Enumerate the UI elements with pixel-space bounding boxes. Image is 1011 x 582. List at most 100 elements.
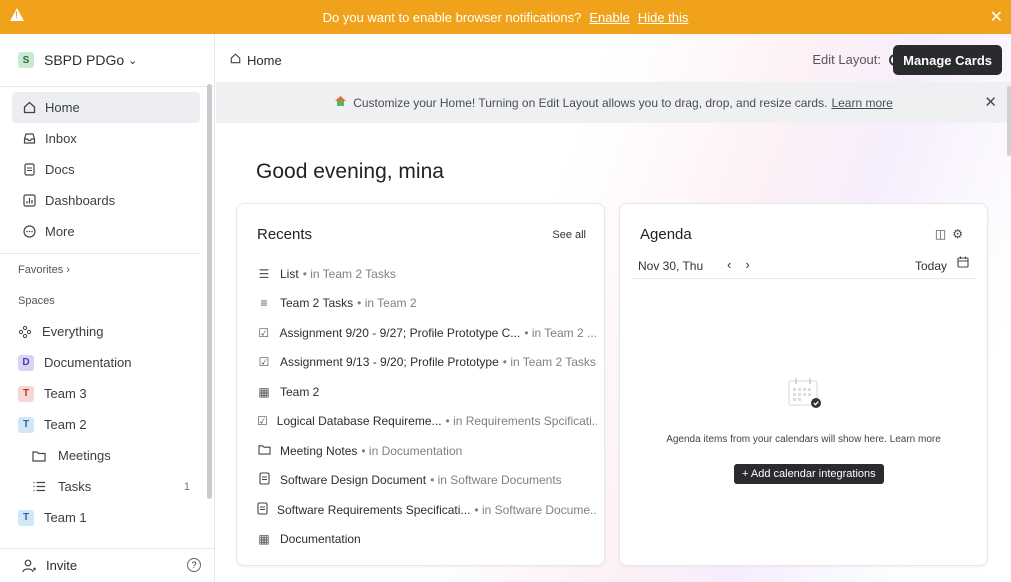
sidebar-item-team-1[interactable]: T Team 1 xyxy=(0,502,214,533)
sidebar-item-home[interactable]: Home xyxy=(12,92,200,123)
add-calendar-integrations-button[interactable]: + Add calendar integrations xyxy=(734,464,884,484)
space-avatar: D xyxy=(18,354,34,371)
space-avatar: T xyxy=(18,509,34,526)
greeting-heading: Good evening, mina xyxy=(256,160,444,183)
sidebar-item-label: Dashboards xyxy=(45,193,116,208)
table-icon: ▦ xyxy=(258,532,270,547)
close-icon[interactable]: ✕ xyxy=(990,7,1003,27)
list-item[interactable]: ▦ Documentation xyxy=(257,525,597,555)
sidebar-item-documentation[interactable]: D Documentation xyxy=(0,347,214,378)
sidebar-item-docs[interactable]: Docs xyxy=(0,154,214,185)
sidebar-item-label: Docs xyxy=(45,162,75,177)
favorites-section[interactable]: Favorites › xyxy=(0,254,214,285)
sidebar-item-team-3[interactable]: T Team 3 xyxy=(0,378,214,409)
enable-notifications-link[interactable]: Enable xyxy=(589,10,629,25)
agenda-tools: ◫⚙ xyxy=(935,227,969,241)
chevron-down-icon: ⌄ xyxy=(128,54,138,67)
list-item[interactable]: Software Design Document • in Software D… xyxy=(257,466,597,496)
sidebar: S SBPD PDGo ⌄ Home Inbox Docs Dashboards… xyxy=(0,34,215,582)
item-location: • in Documentation xyxy=(361,443,463,458)
banner-text: Customize your Home! Turning on Edit Lay… xyxy=(353,95,828,110)
sidebar-item-dashboards[interactable]: Dashboards xyxy=(0,185,214,216)
recents-card: Recents See all ☰ List • in Team 2 Tasks… xyxy=(236,203,605,566)
task-icon: ☑ xyxy=(258,355,270,370)
sidebar-item-team-2[interactable]: T Team 2 xyxy=(0,409,214,440)
item-name: Meeting Notes xyxy=(280,443,358,458)
item-name: Software Requirements Specificati... xyxy=(277,502,471,517)
sidebar-item-label: Everything xyxy=(42,324,104,339)
sidebar-item-label: Team 1 xyxy=(44,510,87,525)
list-item[interactable]: Software Requirements Specificati... • i… xyxy=(257,495,597,525)
sidebar-item-everything[interactable]: Everything xyxy=(0,316,214,347)
list-item[interactable]: ☑ Assignment 9/13 - 9/20; Profile Protot… xyxy=(257,348,597,378)
sidebar-item-more[interactable]: More xyxy=(0,216,214,247)
item-location: • in Software Docume... xyxy=(474,502,597,517)
chevron-left-icon[interactable]: ‹ xyxy=(727,257,745,272)
recents-title: Recents xyxy=(257,226,313,243)
agenda-empty-message: Agenda items from your calendars will sh… xyxy=(666,434,941,445)
list-item[interactable]: ▦ Team 2 xyxy=(257,377,597,407)
hide-notification-link[interactable]: Hide this xyxy=(638,10,689,25)
invite-button[interactable]: Invite ? xyxy=(0,548,215,582)
help-icon[interactable]: ? xyxy=(187,558,201,572)
item-location: • in Team 2 Tasks xyxy=(302,266,396,281)
customize-banner: Customize your Home! Turning on Edit Lay… xyxy=(216,82,1011,123)
sidebar-scrollbar[interactable] xyxy=(207,84,212,499)
workspace-switcher[interactable]: S SBPD PDGo ⌄ xyxy=(0,34,214,86)
main-content: Home Edit Layout: Manage Cards Customize… xyxy=(216,34,1011,582)
list-item[interactable]: Meeting Notes • in Documentation xyxy=(257,436,597,466)
docs-icon xyxy=(22,163,36,177)
sidebar-panel-icon[interactable]: ◫ xyxy=(935,227,952,241)
edit-layout-label: Edit Layout: xyxy=(812,52,881,67)
item-name: Software Design Document xyxy=(280,473,427,488)
sidebar-item-inbox[interactable]: Inbox xyxy=(0,123,214,154)
workspace-name: SBPD PDGo xyxy=(44,52,125,68)
empty-calendar-icon xyxy=(787,376,823,410)
folder-icon xyxy=(32,449,46,463)
sidebar-item-label: Tasks xyxy=(58,479,92,494)
sidebar-item-meetings[interactable]: Meetings xyxy=(0,440,214,471)
sidebar-item-label: Team 2 xyxy=(44,417,87,432)
learn-more-link[interactable]: Learn more xyxy=(831,96,892,110)
sidebar-item-label: Team 3 xyxy=(44,386,87,401)
doc-icon xyxy=(257,502,268,518)
item-name: Team 2 Tasks xyxy=(280,296,354,311)
task-icon: ☑ xyxy=(258,325,270,340)
task-icon: ☑ xyxy=(257,414,268,429)
house-icon xyxy=(334,95,347,110)
item-location: • in Requirements Spcificati... xyxy=(445,414,597,429)
sidebar-item-label: Documentation xyxy=(44,355,132,370)
doc-icon xyxy=(257,472,271,488)
calendar-icon[interactable] xyxy=(957,256,969,271)
list-item[interactable]: ≡ Team 2 Tasks • in Team 2 xyxy=(257,289,597,319)
item-name: Assignment 9/13 - 9/20; Profile Prototyp… xyxy=(280,355,499,370)
list-item[interactable]: ☰ List • in Team 2 Tasks xyxy=(257,259,597,289)
invite-label: Invite xyxy=(46,558,78,573)
space-avatar: T xyxy=(18,416,34,433)
item-location: • in Team 2 ... xyxy=(524,325,597,340)
divider xyxy=(632,278,975,279)
main-scrollbar[interactable] xyxy=(1007,86,1011,156)
sidebar-item-label: Inbox xyxy=(45,131,77,146)
add-user-icon xyxy=(22,559,36,573)
warning-icon xyxy=(10,8,24,21)
close-icon[interactable]: ✕ xyxy=(984,93,997,111)
more-icon xyxy=(22,225,36,239)
chevron-right-icon[interactable]: › xyxy=(745,257,763,272)
sidebar-item-tasks[interactable]: Tasks 1 xyxy=(0,471,214,502)
item-location: • in Team 2 xyxy=(357,296,417,311)
item-name: Team 2 xyxy=(280,384,320,399)
see-all-link[interactable]: See all xyxy=(552,229,586,241)
notification-message: Do you want to enable browser notificati… xyxy=(322,9,582,25)
sidebar-item-label: Home xyxy=(45,100,80,115)
today-button[interactable]: Today xyxy=(915,259,947,273)
list-item[interactable]: ☑ Assignment 9/20 - 9/27; Profile Protot… xyxy=(257,318,597,348)
spaces-section: Spaces xyxy=(18,294,55,307)
task-count: 1 xyxy=(183,480,190,493)
list-item[interactable]: ☑ Logical Database Requireme... • in Req… xyxy=(257,407,597,437)
gear-icon[interactable]: ⚙ xyxy=(952,227,969,241)
home-icon xyxy=(230,53,241,67)
recents-list: ☰ List • in Team 2 Tasks ≡ Team 2 Tasks … xyxy=(257,259,597,554)
agenda-card: Agenda ◫⚙ Nov 30, Thu ‹› Today Agenda it… xyxy=(619,203,988,566)
manage-cards-button[interactable]: Manage Cards xyxy=(893,45,1002,75)
